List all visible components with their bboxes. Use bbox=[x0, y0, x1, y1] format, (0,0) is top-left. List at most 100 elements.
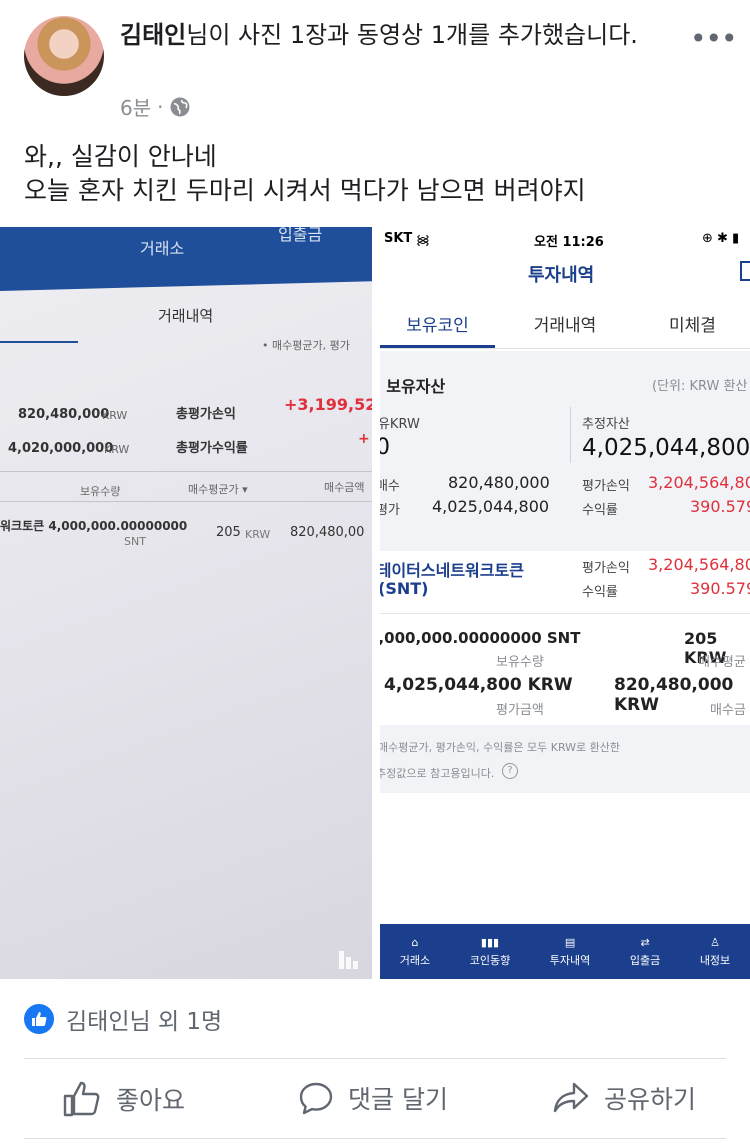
buy-amount: 820,480,00 bbox=[290, 525, 365, 540]
coin-name[interactable]: 스테이터스네트워크토큰 bbox=[380, 557, 524, 581]
rate-label: 수익률 bbox=[582, 503, 618, 518]
coin-pl-value: 3,204,564,80 bbox=[648, 555, 750, 574]
likes-text: 김태인님 외 1명 bbox=[66, 1009, 223, 1035]
nav-label: 거래소 bbox=[399, 953, 431, 967]
nav-label: 투자내역 bbox=[549, 953, 591, 967]
post-video[interactable]: 거래소 입출금 거래내역 • 매수평균가, 평가 820,480,000 KRW… bbox=[0, 227, 372, 979]
nav-label: 입출금 bbox=[629, 953, 661, 967]
total-buy-value: 820,480,000 bbox=[448, 473, 550, 492]
tab-history[interactable]: 거래내역 bbox=[495, 303, 635, 348]
like-reaction-icon bbox=[24, 1004, 54, 1034]
share-button[interactable]: 공유하기 bbox=[552, 1080, 696, 1116]
like-button[interactable]: 좋아요 bbox=[62, 1080, 185, 1118]
nav-label: 코인동향 bbox=[469, 953, 511, 967]
share-label: 공유하기 bbox=[604, 1085, 697, 1114]
pl-value: 3,204,564,80 bbox=[648, 473, 750, 492]
row2-value: 4,020,000,000 bbox=[8, 441, 114, 456]
divider bbox=[0, 471, 372, 472]
tab-deposit: 입출금 bbox=[278, 227, 323, 244]
post-text-line: 와,, 실감이 안나네 bbox=[24, 142, 217, 171]
divider bbox=[24, 1058, 726, 1059]
row2-label: 총평가수익률 bbox=[176, 441, 248, 456]
row2-unit: KRW bbox=[104, 443, 130, 456]
eval-amount-value: 4,025,044,800 KRW bbox=[384, 675, 573, 695]
nav-investments[interactable]: ▤ 투자내역 bbox=[550, 936, 590, 968]
help-icon[interactable]: ? bbox=[502, 763, 518, 779]
coin-symbol: (SNT) bbox=[380, 579, 429, 598]
share-icon bbox=[553, 1082, 589, 1113]
pl-label: 평가손익 bbox=[582, 479, 630, 494]
more-options-icon[interactable]: ••• bbox=[690, 22, 738, 55]
post-header: 김태인님이 사진 1장과 동영상 1개를 추가했습니다. bbox=[120, 18, 640, 52]
globe-icon bbox=[170, 97, 190, 116]
person-icon: ♙ bbox=[710, 935, 720, 949]
divider bbox=[380, 613, 750, 614]
home-icon: ⌂ bbox=[411, 935, 419, 949]
active-tab-underline bbox=[0, 341, 78, 343]
row2-delta: + bbox=[358, 431, 370, 447]
tab-pending[interactable]: 미체결 bbox=[635, 303, 750, 348]
row1-label: 총평가손익 bbox=[176, 407, 236, 422]
author-name[interactable]: 김태인 bbox=[120, 21, 186, 49]
coin-row: 워크토큰 4,000,000.00000000 bbox=[0, 519, 188, 533]
transfer-icon: ⇄ bbox=[640, 935, 650, 949]
reactions-summary[interactable]: 김태인님 외 1명 bbox=[24, 1002, 222, 1036]
col-avg-price: 매수평균가 ▾ bbox=[188, 483, 248, 496]
tab-bar: 보유코인 거래내역 미체결 bbox=[380, 303, 750, 349]
post-text: 와,, 실감이 안나네 오늘 혼자 치킨 두마리 시켜서 먹다가 남으면 버려야… bbox=[24, 140, 724, 208]
post-meta: 6분 · bbox=[120, 92, 191, 121]
tab-holdings[interactable]: 보유코인 bbox=[380, 303, 495, 348]
section-title: 거래내역 bbox=[158, 307, 214, 325]
nav-myinfo[interactable]: ♙ 내정보 bbox=[700, 936, 730, 968]
carrier: SKT bbox=[384, 231, 413, 246]
est-assets-label: 추정자산 bbox=[582, 417, 630, 432]
battery-icon: ⊕ ✱ ▮ bbox=[702, 231, 740, 246]
assets-title: 내 보유자산 bbox=[380, 377, 446, 396]
bar-chart-icon: ▮▮▮ bbox=[480, 935, 500, 949]
thumbs-up-icon bbox=[63, 1081, 100, 1117]
coin-rate-value: 390.579 bbox=[690, 579, 750, 598]
quantity-label: 보유수량 bbox=[496, 655, 544, 670]
divider bbox=[0, 501, 372, 502]
video-bars-icon bbox=[339, 951, 358, 969]
post-action-text: 님이 사진 1장과 동영상 1개를 추가했습니다. bbox=[186, 21, 638, 49]
nav-label: 내정보 bbox=[699, 953, 731, 967]
avg-price-label: 매수평균 bbox=[698, 655, 746, 670]
author-avatar[interactable] bbox=[24, 16, 104, 96]
page-title: 투자내역 bbox=[528, 265, 595, 286]
comment-icon bbox=[299, 1082, 333, 1115]
document-icon: ▤ bbox=[564, 935, 576, 949]
total-buy-label: 총매수 bbox=[380, 479, 400, 494]
post-photo[interactable]: SKT ᯼ 오전 11:26 ⊕ ✱ ▮ 투자내역 보유코인 거래내역 미체결 … bbox=[380, 227, 750, 979]
nav-deposit[interactable]: ⇄ 입출금 bbox=[630, 936, 660, 968]
coin-pl-label: 평가손익 bbox=[582, 561, 630, 576]
row1-unit: KRW bbox=[102, 409, 128, 422]
post-text-line: 오늘 혼자 치킨 두마리 시켜서 먹다가 남으면 버려야지 bbox=[24, 176, 586, 205]
buy-amount-label: 매수금 bbox=[710, 703, 746, 718]
unit-note: (단위: KRW 환산 bbox=[652, 379, 748, 394]
bottom-nav: ⌂ 거래소 ▮▮▮ 코인동향 ▤ 투자내역 ⇄ 입출금 ♙ 내정보 bbox=[380, 924, 750, 979]
coin-rate-label: 수익률 bbox=[582, 585, 618, 600]
nav-exchange[interactable]: ⌂ 거래소 bbox=[400, 936, 430, 968]
comment-label: 댓글 달기 bbox=[348, 1085, 448, 1114]
status-clock: 오전 11:26 bbox=[534, 235, 604, 250]
like-label: 좋아요 bbox=[116, 1086, 186, 1115]
quantity-value: 4,000,000.00000000 SNT bbox=[380, 629, 581, 647]
edit-icon[interactable] bbox=[740, 261, 750, 281]
nav-trends[interactable]: ▮▮▮ 코인동향 bbox=[470, 936, 510, 968]
avg-price: 205 bbox=[216, 525, 241, 540]
eval-amount-label: 평가금액 bbox=[496, 703, 544, 718]
post-time[interactable]: 6분 bbox=[120, 92, 151, 121]
divider bbox=[24, 1138, 726, 1139]
total-eval-label: 총평가 bbox=[380, 503, 400, 518]
note-text: • 매수평균가, 평가 bbox=[262, 339, 350, 352]
row1-delta: +3,199,520 bbox=[284, 395, 372, 414]
footnote-panel bbox=[380, 725, 750, 793]
col-quantity: 보유수량 bbox=[80, 485, 121, 498]
coin-symbol: SNT bbox=[124, 535, 146, 548]
meta-separator: · bbox=[157, 94, 164, 119]
holding-krw-value: 0 bbox=[380, 435, 390, 460]
col-amount: 매수금액 bbox=[324, 481, 365, 494]
row1-value: 820,480,000 bbox=[18, 407, 110, 422]
comment-button[interactable]: 댓글 달기 bbox=[298, 1080, 448, 1116]
